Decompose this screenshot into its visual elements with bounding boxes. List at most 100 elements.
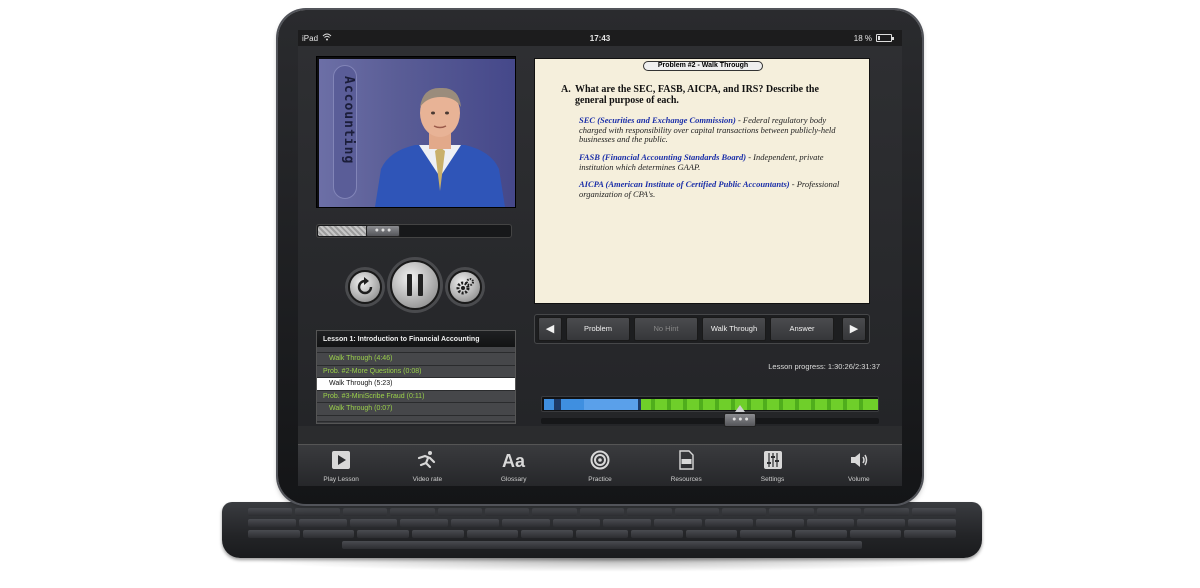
- lesson-list[interactable]: Lesson 1: Introduction to Financial Acco…: [316, 330, 516, 424]
- key: [627, 508, 672, 516]
- key: [342, 541, 862, 549]
- problem-button[interactable]: Problem: [566, 317, 630, 341]
- timeline-tick: [715, 399, 719, 410]
- key: [248, 519, 296, 527]
- video-progress-fill: [318, 226, 367, 236]
- product-photo: iPad 17:43 18 % Accounting ● ● ● Lesson …: [0, 0, 1200, 588]
- speaker-icon: [850, 453, 868, 467]
- glossary-aa-icon: Aa: [502, 451, 526, 470]
- key: [685, 530, 738, 538]
- gear-button[interactable]: [448, 270, 482, 304]
- key: [908, 519, 956, 527]
- timeline-tick: [843, 399, 848, 410]
- lesson-item[interactable]: Prob. #3-MiniScribe Fraud (0:11): [317, 390, 515, 403]
- lesson-item[interactable]: [317, 415, 515, 422]
- tool-label: Resources: [670, 476, 702, 483]
- video-player[interactable]: Accounting: [316, 56, 516, 208]
- key: [342, 508, 388, 516]
- tool-label: Practice: [588, 476, 612, 483]
- pause-button[interactable]: [390, 260, 440, 310]
- video-frame: Accounting: [319, 59, 515, 207]
- key: [400, 519, 449, 527]
- video-banner: Accounting: [333, 65, 357, 199]
- key: [349, 519, 398, 527]
- question-number: A.: [561, 84, 571, 95]
- definition-sec: SEC (Securities and Exchange Commission)…: [579, 115, 849, 145]
- restart-icon: [357, 277, 373, 295]
- key: [794, 530, 847, 538]
- video-scrubber[interactable]: ● ● ●: [316, 224, 512, 238]
- timeline-handle[interactable]: ● ● ●: [724, 413, 757, 427]
- volume-tab[interactable]: Volume: [816, 445, 902, 486]
- lesson-item-selected[interactable]: Walk Through (5:23): [317, 378, 515, 391]
- key: [295, 508, 340, 516]
- no-hint-button[interactable]: No Hint: [634, 317, 698, 341]
- timeline-segment: [554, 399, 561, 410]
- key: [412, 530, 464, 538]
- svg-text:Aa: Aa: [502, 451, 526, 470]
- key: [357, 530, 410, 538]
- key: [579, 508, 625, 516]
- battery-fill: [878, 36, 881, 40]
- settings-tab[interactable]: Settings: [729, 445, 815, 486]
- next-button[interactable]: ▶: [842, 317, 866, 341]
- lesson-player: Accounting ● ● ● Lesson 1: Introduction …: [298, 46, 902, 427]
- target-icon: [590, 450, 610, 470]
- lesson-timeline[interactable]: [541, 396, 879, 412]
- key: [521, 530, 574, 538]
- definition-aicpa: AICPA (American Institute of Certified P…: [579, 179, 849, 199]
- key: [501, 519, 550, 527]
- definition-term: AICPA (American Institute of Certified P…: [579, 179, 790, 189]
- video-banner-text: Accounting: [341, 76, 356, 165]
- lesson-item[interactable]: Walk Through (4:46): [317, 353, 515, 366]
- key: [849, 530, 902, 538]
- key-row: [248, 530, 956, 538]
- timeline-tick: [666, 399, 671, 410]
- restart-button[interactable]: [348, 270, 382, 304]
- key: [755, 519, 804, 527]
- play-lesson-tab[interactable]: Play Lesson: [298, 445, 384, 486]
- key: [603, 519, 652, 527]
- timeline-segment: [544, 399, 555, 410]
- scrubber-handle[interactable]: ● ● ●: [366, 225, 400, 237]
- key: [864, 508, 909, 516]
- key: [302, 530, 355, 538]
- lesson-item[interactable]: Prob. #2-More Questions (0:08): [317, 365, 515, 378]
- timeline-segment: [584, 399, 638, 410]
- key: [769, 508, 814, 516]
- key: [816, 508, 862, 516]
- key: [576, 530, 628, 538]
- key: [248, 530, 300, 538]
- tool-label: Settings: [760, 476, 785, 483]
- timeline-tick: [779, 399, 784, 410]
- clock: 17:43: [589, 34, 611, 43]
- pause-icon: [407, 274, 423, 296]
- key: [390, 508, 435, 516]
- resources-tab[interactable]: Resources: [643, 445, 729, 486]
- key: [740, 530, 792, 538]
- key: [674, 508, 720, 516]
- key: [911, 508, 957, 516]
- timeline-track[interactable]: [541, 418, 879, 424]
- sliders-icon: [763, 451, 782, 469]
- video-rate-tab[interactable]: Video rate: [384, 445, 470, 486]
- key-row: [248, 519, 956, 527]
- definition-term: FASB (Financial Accounting Standards Boa…: [579, 152, 747, 162]
- key: [466, 530, 519, 538]
- practice-tab[interactable]: Practice: [557, 445, 643, 486]
- definition-fasb: FASB (Financial Accounting Standards Boa…: [579, 152, 849, 172]
- tool-label: Play Lesson: [323, 476, 359, 483]
- key: [654, 519, 703, 527]
- walk-through-button[interactable]: Walk Through: [702, 317, 766, 341]
- answer-button[interactable]: Answer: [770, 317, 834, 341]
- timeline-tick: [650, 399, 655, 410]
- lesson-item[interactable]: Walk Through (0:07): [317, 403, 515, 416]
- previous-button[interactable]: ◀: [538, 317, 562, 341]
- glossary-tab[interactable]: Aa Glossary: [471, 445, 557, 486]
- key: [806, 519, 855, 527]
- timeline-segment: [560, 399, 585, 410]
- key: [552, 519, 601, 527]
- battery-percent: 18 %: [853, 34, 872, 43]
- lesson-title: Lesson 1: Introduction to Financial Acco…: [317, 331, 515, 347]
- key: [485, 508, 530, 516]
